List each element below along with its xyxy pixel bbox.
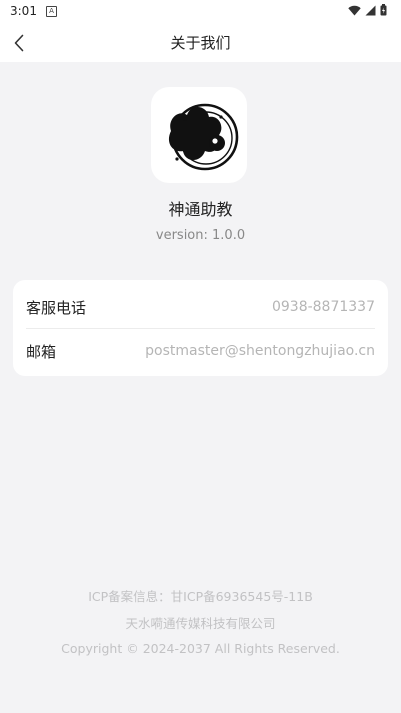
phone-row[interactable]: 客服电话 0938-8871337: [26, 284, 375, 330]
contact-card: 客服电话 0938-8871337 邮箱 postmaster@shentong…: [13, 280, 388, 376]
signal-icon: [365, 5, 376, 15]
email-row[interactable]: 邮箱 postmaster@shentongzhujiao.cn: [26, 328, 375, 374]
battery-icon: [380, 4, 387, 16]
phone-value[interactable]: 0938-8871337: [272, 299, 375, 315]
phone-label: 客服电话: [26, 298, 87, 317]
navigation-bar: 关于我们: [0, 24, 401, 62]
status-icons: [348, 4, 387, 16]
copyright-text: Copyright © 2024-2037 All Rights Reserve…: [61, 641, 340, 656]
notification-app-icon: A: [46, 6, 57, 17]
app-name: 神通助教: [168, 200, 233, 219]
status-bar: 3:01 A: [0, 0, 401, 24]
ink-blot-logo-icon: [168, 103, 239, 171]
icp-record-link[interactable]: ICP备案信息：甘ICP备6936545号-11B: [0, 586, 401, 605]
app-version: version: 1.0.0: [155, 228, 246, 243]
company-name: 天水嗬通传媒科技有限公司: [125, 616, 276, 631]
email-label: 邮箱: [26, 342, 57, 361]
status-time: 3:01: [10, 4, 37, 18]
wifi-icon: [348, 5, 361, 15]
email-value[interactable]: postmaster@shentongzhujiao.cn: [145, 343, 375, 359]
page-title: 关于我们: [170, 34, 231, 52]
app-logo: [151, 87, 247, 183]
